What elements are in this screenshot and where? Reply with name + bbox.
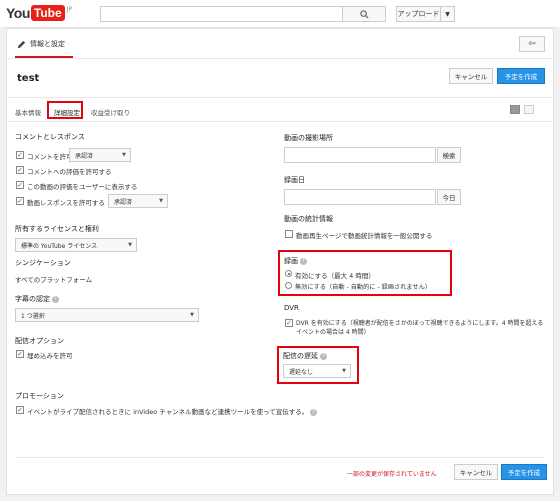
promotion-label-text: イベントがライブ配信されるときに inVideo チャンネル動画など連携ツールを… — [27, 408, 309, 416]
allow-responses-label: 動画レスポンスを許可する — [27, 199, 105, 207]
event-title: test — [17, 73, 40, 84]
title-divider — [7, 97, 553, 98]
delivery-heading: 配信オプション — [15, 337, 64, 345]
archive-heading-text: 録画 — [284, 257, 298, 265]
allow-embed-checkbox[interactable]: ✓ — [16, 350, 24, 358]
license-select[interactable]: 標準の YouTube ライセンス ▼ — [15, 238, 137, 252]
help-icon[interactable]: ? — [320, 352, 327, 360]
cancel-button[interactable]: キャンセル — [449, 68, 493, 84]
grid-view-icon[interactable] — [524, 105, 534, 114]
allow-responses-checkbox[interactable]: ✓ — [16, 197, 24, 205]
syndication-heading: シンジケーション — [15, 259, 71, 267]
public-stats-label: 動画再生ページで動画統計情報を一般公開する — [296, 232, 433, 240]
stats-heading: 動画の統計情報 — [284, 215, 333, 223]
footer-divider — [15, 457, 545, 458]
footer-cancel-button[interactable]: キャンセル — [454, 464, 498, 480]
archive-disable-radio[interactable] — [285, 282, 292, 289]
chevron-down-icon: ▼ — [342, 368, 346, 374]
archive-heading: 録画? — [284, 256, 307, 266]
create-event-button[interactable]: 予定を作成 — [497, 68, 545, 84]
location-search-button[interactable]: 検索 — [437, 147, 461, 163]
tab-info-label: 情報と設定 — [30, 40, 65, 48]
latency-heading: 配信の遅延? — [283, 351, 327, 361]
search-button[interactable] — [343, 6, 386, 22]
allow-comments-label: コメントを許可 — [27, 153, 73, 161]
responses-select-value: 承認済 — [114, 198, 133, 206]
tabs-divider — [7, 121, 553, 122]
license-heading: 所有するライセンスと権利 — [15, 225, 99, 233]
logo-region: JP — [66, 5, 73, 13]
caption-heading: 字幕の認定? — [15, 294, 59, 304]
search-icon — [359, 9, 369, 19]
syndication-value: すべてのプラットフォーム — [15, 276, 93, 284]
help-icon[interactable]: ? — [300, 257, 307, 265]
event-panel: 情報と設定 ⇦ test キャンセル 予定を作成 基本情報 詳細設定 収益受け取… — [6, 28, 554, 495]
comments-heading: コメントとレスポンス — [15, 133, 85, 141]
latency-select[interactable]: 遅延なし ▼ — [283, 364, 351, 378]
upload-menu-button[interactable]: ▼ — [441, 6, 455, 22]
promotion-checkbox[interactable]: ✓ — [16, 406, 24, 414]
panel-header: 情報と設定 ⇦ — [7, 29, 553, 59]
promotion-label: イベントがライブ配信されるときに inVideo チャンネル動画など連携ツールを… — [27, 406, 318, 416]
chevron-down-icon: ▼ — [122, 152, 126, 158]
unsaved-warning: 一部の変更が保存されていません — [347, 471, 437, 478]
promotion-heading: プロモーション — [15, 392, 64, 400]
license-select-value: 標準の YouTube ライセンス — [21, 242, 98, 250]
footer-create-button[interactable]: 予定を作成 — [501, 464, 547, 480]
tab-info-settings[interactable]: 情報と設定 — [17, 39, 65, 49]
record-date-heading: 録画日 — [284, 176, 305, 184]
back-arrow-icon: ⇦ — [528, 39, 536, 49]
responses-approval-select[interactable]: 承認済 ▼ — [108, 194, 168, 208]
allow-embed-label: 埋め込みを許可 — [27, 352, 73, 360]
dvr-heading: DVR — [284, 304, 299, 312]
allow-ratings-label: コメントへの評価を許可する — [27, 168, 112, 176]
pencil-icon — [17, 40, 26, 48]
caption-select-value: 1 つ選択 — [21, 312, 45, 320]
allow-ratings-checkbox[interactable]: ✓ — [16, 166, 24, 174]
dvr-checkbox[interactable]: ✓ — [285, 319, 293, 327]
logo-tube: Tube — [30, 5, 65, 21]
show-ratings-label: この動画の評価をユーザーに表示する — [27, 183, 138, 191]
list-view-icon[interactable] — [510, 105, 520, 114]
latency-select-value: 遅延なし — [289, 368, 314, 376]
tab-monetization[interactable]: 収益受け取り — [91, 107, 130, 117]
location-heading: 動画の撮影場所 — [284, 134, 333, 142]
caption-heading-text: 字幕の認定 — [15, 295, 50, 303]
today-button[interactable]: 今日 — [437, 189, 461, 205]
chevron-down-icon: ▼ — [128, 242, 132, 248]
help-icon[interactable]: ? — [52, 295, 59, 303]
upload-button[interactable]: アップロード — [396, 6, 441, 22]
archive-disable-label: 無効にする（自動 - 自動的に - 録画されません） — [295, 284, 431, 291]
location-input[interactable] — [284, 147, 436, 163]
caption-select[interactable]: 1 つ選択 ▼ — [15, 308, 199, 322]
record-date-input[interactable] — [284, 189, 436, 205]
search-input[interactable] — [100, 6, 343, 22]
comments-select-value: 承認済 — [75, 152, 94, 160]
allow-comments-checkbox[interactable]: ✓ — [16, 151, 24, 159]
top-bar: You Tube JP アップロード ▼ — [0, 0, 560, 28]
latency-heading-text: 配信の遅延 — [283, 352, 318, 360]
show-ratings-checkbox[interactable]: ✓ — [16, 181, 24, 189]
chevron-down-icon: ▼ — [445, 10, 450, 18]
active-tab-indicator — [15, 56, 73, 58]
logo-you: You — [6, 5, 30, 21]
highlight-advanced-tab — [47, 101, 83, 119]
chevron-down-icon: ▼ — [190, 312, 194, 318]
chevron-down-icon: ▼ — [159, 198, 163, 204]
dvr-label: DVR を有効にする（視聴者が配信をさかのぼって視聴できるようにします。4 時間… — [296, 320, 544, 336]
comments-approval-select[interactable]: 承認済 ▼ — [69, 148, 131, 162]
youtube-logo[interactable]: You Tube JP — [6, 5, 72, 21]
tab-basic-info[interactable]: 基本情報 — [15, 107, 41, 117]
public-stats-checkbox[interactable] — [285, 230, 293, 238]
archive-enable-label: 有効にする（最大 4 時間） — [295, 272, 375, 280]
archive-enable-radio[interactable] — [285, 270, 292, 277]
help-icon[interactable]: ? — [310, 408, 318, 416]
back-button[interactable]: ⇦ — [519, 36, 545, 52]
